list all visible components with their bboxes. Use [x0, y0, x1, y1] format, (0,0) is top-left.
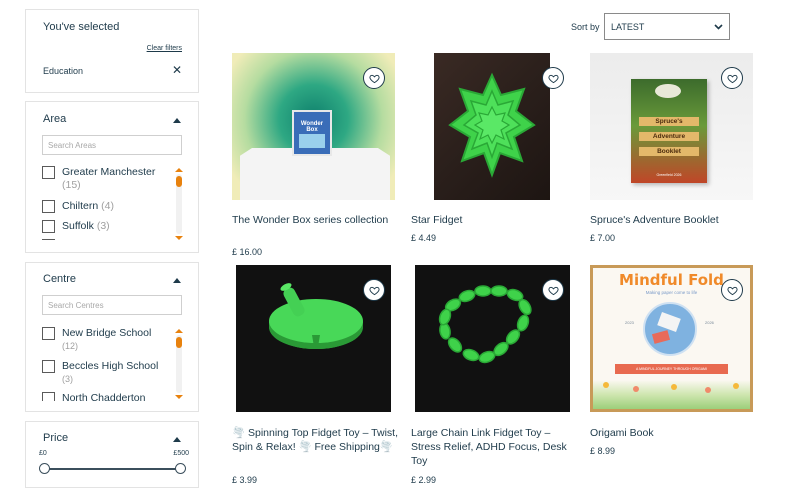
heart-outline-icon[interactable] — [363, 279, 385, 301]
product-price: £ 8.99 — [590, 446, 616, 456]
chevron-down-icon — [714, 23, 723, 30]
checkbox[interactable] — [42, 239, 55, 240]
price-min-label: £0 — [39, 450, 47, 457]
option-count: (3) — [96, 220, 110, 232]
scroll-down-icon[interactable] — [175, 236, 183, 240]
area-options-list: Greater Manchester (15) Chiltern (4) Suff… — [42, 166, 177, 240]
chevron-up-icon[interactable] — [173, 118, 181, 123]
centre-search-input[interactable] — [42, 295, 182, 315]
product-price: £ 4.49 — [411, 233, 437, 243]
option-label: New Bridge School — [62, 327, 152, 339]
price-filter-panel: Price £0 £500 — [25, 421, 199, 488]
checkbox[interactable] — [42, 220, 55, 233]
clear-filters-link[interactable]: Clear filters — [147, 45, 182, 52]
option-label: Beccles High School — [62, 360, 159, 372]
option-label: Greater Manchester — [62, 166, 156, 178]
centre-option-partial[interactable]: North Chadderton — [42, 392, 145, 401]
centre-option[interactable]: Beccles High School (3) — [42, 360, 158, 386]
checkbox[interactable] — [42, 166, 55, 179]
heart-outline-icon[interactable] — [363, 67, 385, 89]
price-min-handle[interactable] — [39, 463, 50, 474]
product-price: £ 3.99 — [232, 475, 258, 485]
checkbox[interactable] — [42, 392, 55, 401]
sort-label: Sort by — [571, 22, 600, 32]
selected-filters-panel: You've selected Clear filters Education … — [25, 9, 199, 93]
product-title[interactable]: Origami Book — [590, 426, 760, 440]
product-image-text: Wonder Box — [300, 121, 324, 133]
option-count: (15) — [62, 179, 81, 191]
centre-filter-panel: Centre New Bridge School (12) Beccles Hig… — [25, 262, 199, 412]
price-heading[interactable]: Price — [43, 432, 68, 444]
product-image[interactable] — [434, 53, 550, 200]
area-scrollbar[interactable] — [175, 168, 183, 240]
area-filter-panel: Area Greater Manchester(15) Chiltern (4)… — [25, 101, 199, 253]
centre-option[interactable]: New Bridge School (12) — [42, 327, 151, 353]
option-label: Chiltern — [62, 200, 99, 212]
option-count: (3) — [62, 374, 73, 384]
area-option[interactable]: Chiltern (4) — [42, 200, 114, 213]
product-price: £ 2.99 — [411, 475, 437, 485]
heart-outline-icon[interactable] — [721, 67, 743, 89]
product-image-text: Adventure — [639, 132, 699, 141]
area-heading[interactable]: Area — [43, 113, 66, 125]
price-slider-track[interactable] — [45, 468, 179, 470]
heart-outline-icon[interactable] — [721, 279, 743, 301]
centre-scrollbar[interactable] — [175, 329, 183, 399]
product-price: £ 16.00 — [232, 247, 263, 257]
product-image-text: Booklet — [639, 147, 699, 156]
selected-filters-heading: You've selected — [43, 21, 120, 33]
scroll-down-icon[interactable] — [175, 395, 183, 399]
checkbox[interactable] — [42, 327, 55, 340]
area-option[interactable]: Greater Manchester (15) — [42, 166, 155, 192]
product-image-text: Greenfield 2026 — [656, 173, 682, 177]
remove-filter-icon[interactable]: ✕ — [172, 63, 182, 77]
product-title[interactable]: The Wonder Box series collection — [232, 213, 402, 227]
product-image-text: 2023 — [625, 320, 634, 325]
chevron-up-icon[interactable] — [173, 437, 181, 442]
option-label: Suffolk — [62, 220, 94, 232]
sort-select[interactable]: LATEST — [604, 13, 730, 40]
centre-options-list: New Bridge School (12) Beccles High Schoo… — [42, 327, 177, 401]
option-label: North Chadderton — [62, 392, 146, 401]
scroll-up-icon[interactable] — [175, 329, 183, 333]
centre-heading[interactable]: Centre — [43, 273, 76, 285]
heart-outline-icon[interactable] — [542, 279, 564, 301]
product-price: £ 7.00 — [590, 233, 616, 243]
product-title[interactable]: Spruce's Adventure Booklet — [590, 213, 760, 227]
product-title[interactable]: Star Fidget — [411, 213, 581, 227]
checkbox[interactable] — [42, 360, 55, 373]
product-image-text: 2026 — [705, 320, 714, 325]
sort-value: LATEST — [611, 21, 645, 32]
product-title[interactable]: 🌪️ Spinning Top Fidget Toy – Twist, Spin… — [232, 426, 402, 454]
price-max-handle[interactable] — [175, 463, 186, 474]
area-option-partial[interactable] — [42, 239, 62, 240]
option-count: (4) — [101, 200, 114, 212]
heart-outline-icon[interactable] — [542, 67, 564, 89]
area-search-input[interactable] — [42, 135, 182, 155]
chevron-up-icon[interactable] — [173, 278, 181, 283]
scroll-up-icon[interactable] — [175, 168, 183, 172]
product-title[interactable]: Large Chain Link Fidget Toy – Stress Rel… — [411, 426, 581, 468]
price-max-label: £500 — [173, 450, 189, 457]
product-image-text: Spruce's — [639, 117, 699, 126]
selected-filter-label: Education — [43, 66, 84, 76]
option-count: (12) — [62, 341, 79, 351]
product-image-text: A MINDFUL JOURNEY THROUGH ORIGAMI — [615, 364, 728, 374]
area-option[interactable]: Suffolk (3) — [42, 220, 110, 233]
checkbox[interactable] — [42, 200, 55, 213]
